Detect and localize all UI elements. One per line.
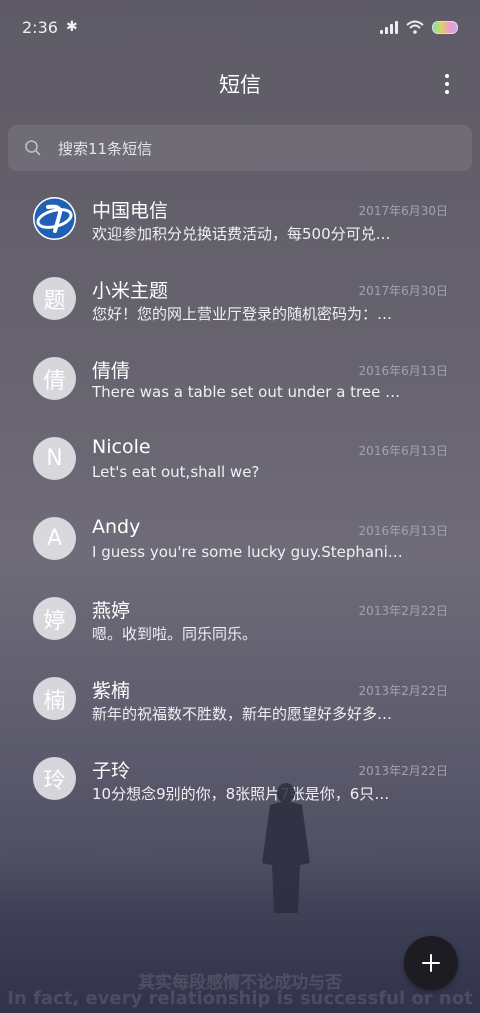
- contact-name: 紫楠: [92, 680, 131, 702]
- conversation-item[interactable]: A Andy 2016年6月13日 I guess you're some lu…: [0, 500, 480, 580]
- message-preview: 您好！您的网上营业厅登录的随机密码为：…: [92, 305, 393, 323]
- message-preview: 新年的祝福数不胜数，新年的愿望好多好多…: [92, 705, 393, 723]
- search-bar[interactable]: 搜索11条短信: [8, 125, 472, 171]
- message-preview: There was a table set out under a tree i…: [92, 383, 404, 401]
- avatar: 题: [33, 277, 76, 320]
- message-date: 2016年6月13日: [358, 444, 448, 458]
- conversation-item[interactable]: 楠 紫楠 2013年2月22日 新年的祝福数不胜数，新年的愿望好多好多…: [0, 660, 480, 740]
- wifi-icon: [406, 20, 424, 34]
- message-preview: 欢迎参加积分兑换话费活动，每500分可兑换…: [92, 225, 404, 243]
- conversation-item[interactable]: 题 小米主题 2017年6月30日 您好！您的网上营业厅登录的随机密码为：…: [0, 260, 480, 340]
- search-placeholder: 搜索11条短信: [58, 139, 153, 158]
- conversation-item[interactable]: N Nicole 2016年6月13日 Let's eat out,shall …: [0, 420, 480, 500]
- search-icon: [25, 140, 41, 156]
- avatar: N: [33, 437, 76, 480]
- message-date: 2017年6月30日: [358, 284, 448, 298]
- app-bar: 短信: [0, 56, 480, 112]
- contact-name: 中国电信: [92, 200, 169, 222]
- message-preview: I guess you're some lucky guy.Stephanie…: [92, 543, 404, 561]
- contact-name: 小米主题: [92, 280, 169, 302]
- message-date: 2013年2月22日: [358, 604, 448, 618]
- wallpaper-caption-en: In fact, every relationship is successfu…: [7, 988, 473, 1009]
- conversation-item[interactable]: 玲 子玲 2013年2月22日 10分想念9别的你，8张照片7张是你，6只…: [0, 740, 480, 820]
- avatar: 楠: [33, 677, 76, 720]
- china-telecom-logo-icon: [33, 197, 76, 240]
- message-preview: 10分想念9别的你，8张照片7张是你，6只…: [92, 785, 390, 803]
- message-date: 2016年6月13日: [358, 524, 448, 538]
- status-bar: 2:36 ✱: [0, 0, 480, 54]
- battery-icon: [432, 20, 458, 34]
- contact-name: Nicole: [92, 436, 151, 458]
- avatar: 婷: [33, 597, 76, 640]
- message-preview: 嗯。收到啦。同乐同乐。: [92, 625, 258, 643]
- more-options-icon[interactable]: [444, 74, 450, 94]
- conversation-item[interactable]: 中国电信 2017年6月30日 欢迎参加积分兑换话费活动，每500分可兑换…: [0, 180, 480, 260]
- conversation-item[interactable]: 倩 倩倩 2016年6月13日 There was a table set ou…: [0, 340, 480, 420]
- avatar: A: [33, 517, 76, 560]
- status-time: 2:36: [22, 17, 58, 37]
- message-date: 2013年2月22日: [358, 764, 448, 778]
- message-date: 2016年6月13日: [358, 364, 448, 378]
- message-preview: Let's eat out,shall we?: [92, 463, 260, 481]
- contact-name: 燕婷: [92, 600, 131, 622]
- conversation-item[interactable]: 婷 燕婷 2013年2月22日 嗯。收到啦。同乐同乐。: [0, 580, 480, 660]
- contact-name: Andy: [92, 516, 141, 538]
- message-date: 2013年2月22日: [358, 684, 448, 698]
- contact-name: 子玲: [92, 760, 131, 782]
- bluetooth-icon: ✱: [65, 19, 78, 35]
- contact-name: 倩倩: [92, 360, 131, 382]
- cell-signal-icon: [380, 20, 398, 34]
- new-message-button[interactable]: [404, 936, 458, 990]
- plus-icon: [422, 954, 440, 972]
- avatar: 倩: [33, 357, 76, 400]
- conversation-list: 中国电信 2017年6月30日 欢迎参加积分兑换话费活动，每500分可兑换… 题…: [0, 180, 480, 820]
- message-date: 2017年6月30日: [358, 204, 448, 218]
- avatar: 玲: [33, 757, 76, 800]
- page-title: 短信: [219, 73, 261, 97]
